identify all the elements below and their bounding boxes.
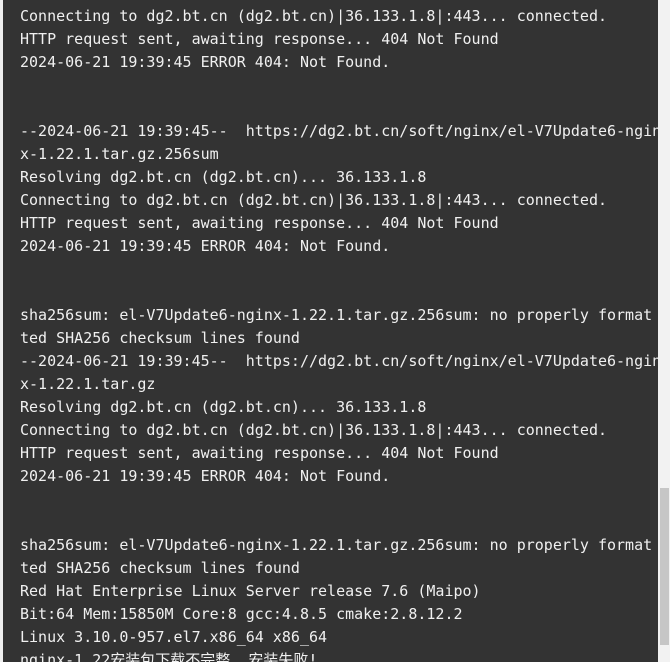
terminal-line: 2024-06-21 19:39:45 ERROR 404: Not Found… [20, 467, 391, 485]
terminal-line: Linux 3.10.0-957.el7.x86_64 x86_64 [20, 628, 328, 646]
terminal-line: Connecting to dg2.bt.cn (dg2.bt.cn)|36.1… [20, 7, 607, 25]
terminal-line: Connecting to dg2.bt.cn (dg2.bt.cn)|36.1… [20, 191, 607, 209]
terminal-output-pane[interactable]: Connecting to dg2.bt.cn (dg2.bt.cn)|36.1… [3, 0, 658, 662]
terminal-line: HTTP request sent, awaiting response... … [20, 444, 499, 462]
terminal-line: --2024-06-21 19:39:45-- https://dg2.bt.c… [20, 122, 658, 140]
terminal-line: ted SHA256 checksum lines found [20, 559, 300, 577]
terminal-screenshot: Connecting to dg2.bt.cn (dg2.bt.cn)|36.1… [0, 0, 670, 662]
terminal-log: Connecting to dg2.bt.cn (dg2.bt.cn)|36.1… [20, 5, 658, 662]
terminal-line: --2024-06-21 19:39:45-- https://dg2.bt.c… [20, 352, 658, 370]
terminal-line: Connecting to dg2.bt.cn (dg2.bt.cn)|36.1… [20, 421, 607, 439]
terminal-line: ted SHA256 checksum lines found [20, 329, 300, 347]
terminal-line: x-1.22.1.tar.gz [20, 375, 156, 393]
terminal-line: sha256sum: el-V7Update6-nginx-1.22.1.tar… [20, 536, 653, 554]
vertical-scrollbar-thumb[interactable] [660, 488, 669, 645]
terminal-line: Bit:64 Mem:15850M Core:8 gcc:4.8.5 cmake… [20, 605, 463, 623]
terminal-line: x-1.22.1.tar.gz.256sum [20, 145, 219, 163]
vertical-scrollbar-track[interactable] [658, 0, 670, 662]
terminal-line: Resolving dg2.bt.cn (dg2.bt.cn)... 36.13… [20, 168, 427, 186]
terminal-line: nginx-1.22安装包下载不完整, 安装失败! [20, 651, 318, 662]
terminal-line: 2024-06-21 19:39:45 ERROR 404: Not Found… [20, 53, 391, 71]
terminal-line: 2024-06-21 19:39:45 ERROR 404: Not Found… [20, 237, 391, 255]
terminal-line: Red Hat Enterprise Linux Server release … [20, 582, 481, 600]
terminal-line: HTTP request sent, awaiting response... … [20, 30, 499, 48]
terminal-line: HTTP request sent, awaiting response... … [20, 214, 499, 232]
terminal-line: Resolving dg2.bt.cn (dg2.bt.cn)... 36.13… [20, 398, 427, 416]
terminal-line: sha256sum: el-V7Update6-nginx-1.22.1.tar… [20, 306, 653, 324]
